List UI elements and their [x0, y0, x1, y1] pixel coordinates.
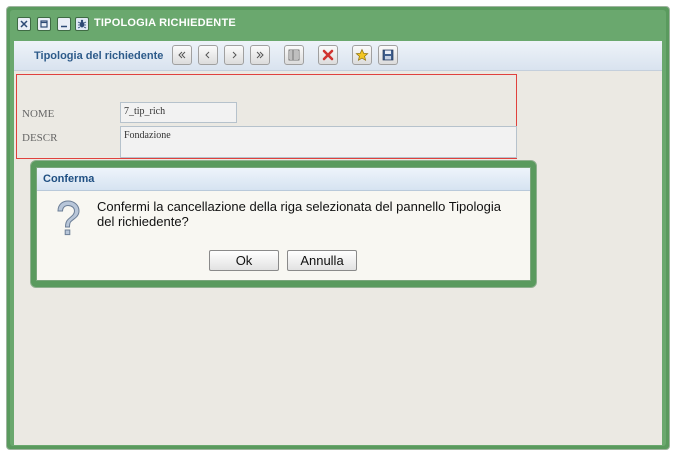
toolbar: Tipologia del richiedente — [14, 41, 662, 71]
dialog-header: Conferma — [37, 168, 530, 191]
delete-icon — [322, 49, 334, 61]
first-record-icon — [178, 51, 186, 59]
maximize-button[interactable] — [37, 17, 51, 31]
favorite-button[interactable] — [352, 45, 372, 65]
save-button[interactable] — [378, 45, 398, 65]
first-record-button[interactable] — [172, 45, 192, 65]
debug-button[interactable] — [75, 17, 89, 31]
ok-button[interactable]: Ok — [209, 250, 279, 271]
list-view-button[interactable] — [284, 45, 304, 65]
previous-record-button[interactable] — [198, 45, 218, 65]
favorite-icon — [355, 48, 369, 62]
cancel-button[interactable]: Annulla — [287, 250, 357, 271]
window-title: TIPOLOGIA RICHIEDENTE — [94, 17, 236, 29]
dialog-body: Conferma Confermi la cancellazione della… — [36, 167, 531, 281]
panel-title: Tipologia del richiedente — [34, 50, 164, 62]
last-record-button[interactable] — [250, 45, 270, 65]
previous-record-icon — [205, 51, 210, 59]
close-button[interactable] — [17, 17, 31, 31]
save-icon — [382, 49, 394, 61]
maximize-icon — [40, 20, 48, 28]
dialog-message: Confermi la cancellazione della riga sel… — [97, 199, 501, 229]
delete-button[interactable] — [318, 45, 338, 65]
descr-label: DESCR — [22, 132, 58, 144]
next-record-button[interactable] — [224, 45, 244, 65]
dialog-title: Conferma — [43, 173, 95, 185]
descr-field[interactable]: Fondazione — [120, 126, 517, 158]
minimize-icon — [61, 25, 67, 28]
next-record-icon — [232, 51, 237, 59]
title-bar: TIPOLOGIA RICHIEDENTE — [10, 10, 666, 38]
last-record-icon — [256, 51, 264, 59]
close-icon — [20, 20, 28, 28]
nome-label: NOME — [22, 108, 55, 120]
confirm-dialog: Conferma Confermi la cancellazione della… — [30, 160, 537, 288]
bug-icon — [77, 19, 87, 29]
nome-field[interactable]: 7_tip_rich — [120, 102, 237, 123]
question-icon — [57, 200, 80, 236]
list-view-icon — [288, 49, 300, 61]
minimize-button[interactable] — [57, 17, 71, 31]
